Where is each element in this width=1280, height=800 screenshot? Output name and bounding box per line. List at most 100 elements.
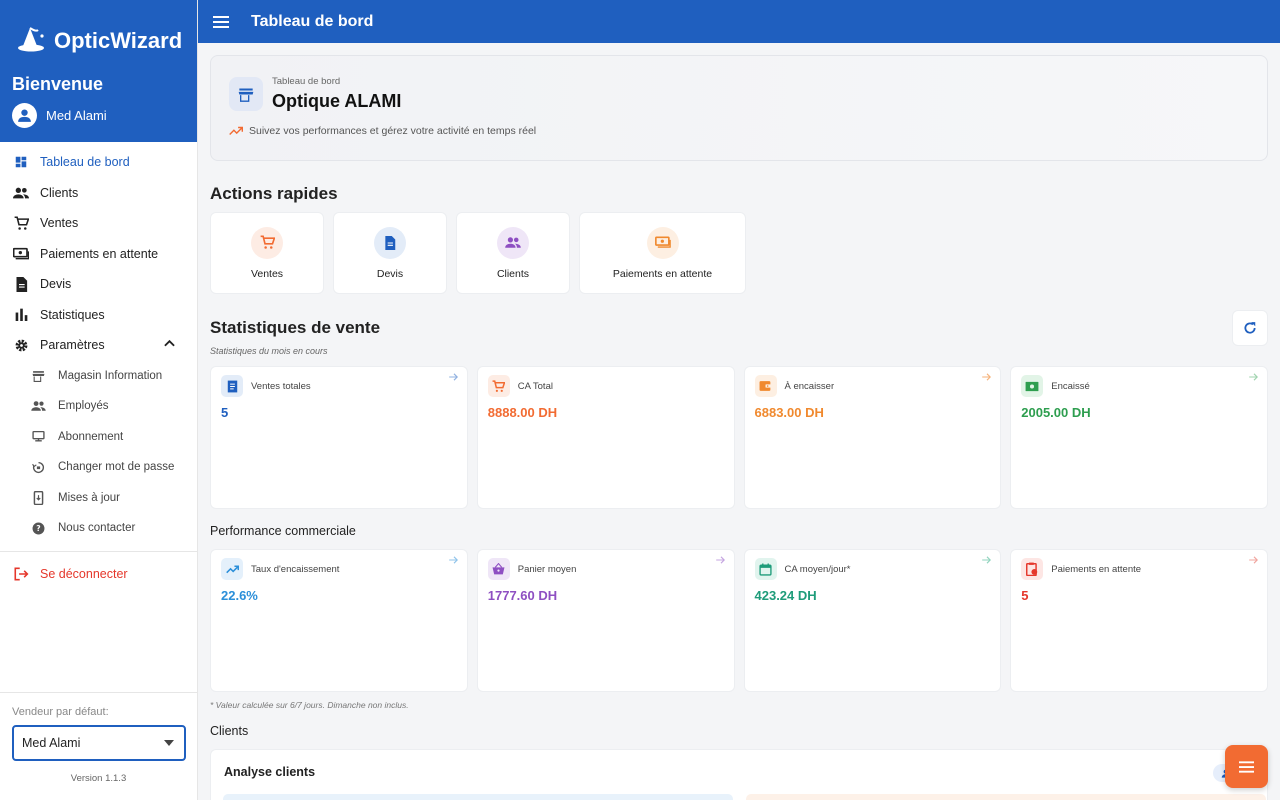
subscription-icon xyxy=(31,429,46,444)
cart-icon xyxy=(487,375,510,397)
sidebar-item-label: Devis xyxy=(40,277,72,292)
refresh-button[interactable] xyxy=(1232,310,1268,346)
dropdown-arrow-icon xyxy=(164,740,174,746)
help-icon: ? xyxy=(31,521,46,536)
perf-card-label: Paiements en attente xyxy=(1051,563,1142,575)
performance-footnote: * Valeur calculée sur 6/7 jours. Dimanch… xyxy=(210,700,409,710)
hero-subtitle-text: Suivez vos performances et gérez votre a… xyxy=(249,125,537,137)
user-icon xyxy=(18,109,31,122)
perf-card-panier-moyen[interactable]: Panier moyen 1777.60 DH xyxy=(476,549,735,692)
stat-card-ca-total[interactable]: CA Total 8888.00 DH xyxy=(476,366,735,509)
sales-stats-subtitle: Statistiques du mois en cours xyxy=(210,346,328,356)
sidebar-subitem-label: Magasin Information xyxy=(58,369,163,382)
quick-action-clients[interactable]: Clients xyxy=(456,212,570,294)
perf-card-paiements-attente[interactable]: Paiements en attente 5 xyxy=(1010,549,1268,692)
shop-name: Optique ALAMI xyxy=(272,91,402,111)
wizard-hat-icon xyxy=(18,27,44,52)
hero-breadcrumb: Tableau de bord xyxy=(272,76,341,87)
svg-text:?: ? xyxy=(36,524,40,533)
sidebar-item-label: Tableau de bord xyxy=(40,155,130,170)
stat-card-label: À encaisser xyxy=(784,380,835,392)
default-seller-label: Vendeur par défaut: xyxy=(12,706,109,718)
quick-actions-title: Actions rapides xyxy=(210,184,338,203)
sidebar-item-tableau-de-bord[interactable]: Tableau de bord xyxy=(0,147,197,178)
perf-card-taux-encaissement[interactable]: Taux d'encaissement 22.6% xyxy=(210,549,468,692)
menu-icon[interactable] xyxy=(212,15,230,28)
perf-card-value: 423.24 DH xyxy=(754,588,817,603)
performance-cards: Taux d'encaissement 22.6% Panier moyen 1… xyxy=(210,549,1268,692)
quick-action-label: Clients xyxy=(496,267,530,280)
sidebar-subitem-employes[interactable]: Employés xyxy=(0,391,197,422)
logout-icon xyxy=(13,566,29,581)
sidebar-subitem-contact[interactable]: ? Nous contacter xyxy=(0,513,197,544)
clients-section-title: Clients xyxy=(210,724,249,738)
perf-card-label: CA moyen/jour* xyxy=(784,563,851,575)
sales-stats-title: Statistiques de vente xyxy=(210,318,381,337)
sidebar-subitem-label: Abonnement xyxy=(58,430,124,443)
sidebar-subitem-abonnement[interactable]: Abonnement xyxy=(0,422,197,453)
arrow-right-icon xyxy=(448,373,458,381)
sidebar-subitem-magasin[interactable]: Magasin Information xyxy=(0,361,197,392)
arrow-right-icon xyxy=(982,373,992,381)
pending-icon xyxy=(1021,558,1044,580)
quick-action-ventes[interactable]: Ventes xyxy=(210,212,324,294)
sidebar-item-label: Paramètres xyxy=(40,338,105,353)
chevron-up-icon[interactable] xyxy=(164,339,175,347)
people-icon xyxy=(497,226,529,259)
performance-title: Performance commerciale xyxy=(210,524,356,538)
perf-card-label: Panier moyen xyxy=(517,563,577,575)
welcome-text: Bienvenue xyxy=(12,74,104,94)
client-metric-panel xyxy=(746,794,1266,800)
stat-card-ventes-totales[interactable]: Ventes totales 5 xyxy=(210,366,468,509)
sidebar-item-clients[interactable]: Clients xyxy=(0,178,197,209)
quick-action-paiements[interactable]: Paiements en attente xyxy=(579,212,746,294)
logout-button[interactable]: Se déconnecter xyxy=(0,559,197,589)
store-icon xyxy=(238,88,254,102)
quick-action-label: Paiements en attente xyxy=(612,267,713,280)
document-icon xyxy=(374,226,406,259)
basket-icon xyxy=(487,558,510,580)
user-name: Med Alami xyxy=(46,108,107,123)
sidebar-item-label: Statistiques xyxy=(40,307,105,322)
bar-chart-icon xyxy=(13,307,29,323)
default-seller-select[interactable]: Med Alami xyxy=(12,725,186,761)
arrow-right-icon xyxy=(448,556,458,564)
stat-card-a-encaisser[interactable]: À encaisser 6883.00 DH xyxy=(743,366,1002,509)
refresh-icon xyxy=(1244,322,1256,334)
sidebar-item-parametres[interactable]: Paramètres xyxy=(0,330,197,361)
sales-stats-header: Statistiques de vente Statistiques du mo… xyxy=(210,310,1268,356)
perf-card-ca-moyen-jour[interactable]: CA moyen/jour* 423.24 DH xyxy=(743,549,1002,692)
logout-label: Se déconnecter xyxy=(40,566,128,581)
floating-menu-button[interactable] xyxy=(1225,745,1268,788)
cart-icon xyxy=(251,226,283,259)
document-icon xyxy=(13,276,29,292)
perf-card-value: 22.6% xyxy=(221,588,258,603)
sidebar: OpticWizard Bienvenue Med Alami Tableau … xyxy=(0,0,198,800)
sidebar-subitem-mot-de-passe[interactable]: Changer mot de passe xyxy=(0,452,197,483)
sidebar-divider xyxy=(0,550,197,552)
store-icon-box xyxy=(229,77,263,111)
store-icon xyxy=(31,368,46,383)
quick-action-label: Devis xyxy=(376,267,404,280)
sidebar-item-statistiques[interactable]: Statistiques xyxy=(0,300,197,331)
default-seller-value: Med Alami xyxy=(22,736,81,750)
cart-icon xyxy=(13,215,29,231)
trending-up-icon xyxy=(221,558,243,580)
stat-card-value: 8888.00 DH xyxy=(487,405,558,420)
sidebar-subitem-label: Mises à jour xyxy=(58,491,120,504)
app-name: OpticWizard xyxy=(54,28,183,53)
sidebar-item-ventes[interactable]: Ventes xyxy=(0,208,197,239)
main-content: Tableau de bord Optique ALAMI Suivez vos… xyxy=(210,43,1268,800)
sidebar-subitem-mises-a-jour[interactable]: Mises à jour xyxy=(0,483,197,514)
arrow-right-icon xyxy=(982,556,992,564)
quick-action-devis[interactable]: Devis xyxy=(333,212,447,294)
stat-card-value: 5 xyxy=(221,405,229,420)
stat-card-encaisse[interactable]: Encaissé 2005.00 DH xyxy=(1010,366,1268,509)
app-version: Version 1.1.3 xyxy=(70,773,127,784)
people-icon xyxy=(13,185,29,201)
sidebar-item-paiements[interactable]: Paiements en attente xyxy=(0,239,197,270)
sidebar-subitem-label: Nous contacter xyxy=(58,522,136,535)
calendar-icon xyxy=(754,558,777,580)
sidebar-item-devis[interactable]: Devis xyxy=(0,269,197,300)
sidebar-item-label: Paiements en attente xyxy=(40,246,159,261)
